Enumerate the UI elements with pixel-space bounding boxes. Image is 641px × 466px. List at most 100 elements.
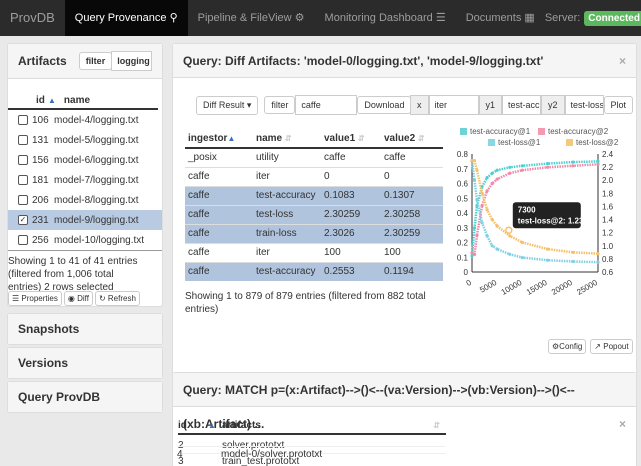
- list-item[interactable]: 131 model-5/logging.txt: [8, 130, 162, 150]
- data-point: [520, 168, 524, 172]
- x-axis-input[interactable]: iter: [428, 95, 479, 115]
- refresh-button[interactable]: ↻ Refresh: [94, 291, 140, 306]
- checkbox[interactable]: [18, 235, 28, 245]
- cell-ingestor: caffe: [185, 242, 253, 262]
- col-id[interactable]: id: [178, 420, 208, 431]
- list-item[interactable]: 106 model-4/logging.txt: [8, 110, 162, 130]
- diff-filter-input[interactable]: caffe: [295, 95, 358, 115]
- snapshots-title[interactable]: Snapshots: [8, 314, 162, 344]
- data-point: [480, 221, 484, 225]
- diff-panel-title: Query: Diff Artifacts: 'model-0/logging.…: [183, 54, 544, 68]
- table-row[interactable]: _posix utility caffe caffe: [185, 147, 443, 167]
- filter-label: filter: [78, 52, 113, 70]
- table-row[interactable]: caffe test-loss 2.30259 2.30258: [185, 204, 443, 224]
- list-item[interactable]: 256 model-10/logging.txt: [8, 230, 162, 250]
- server-label: Server:: [544, 12, 581, 24]
- x-axis-label: x: [410, 95, 429, 115]
- info-line: (filtered from 1,006 total: [8, 269, 114, 280]
- hover-point: [505, 226, 513, 235]
- list-item[interactable]: 206 model-8/logging.txt: [8, 190, 162, 210]
- close-icon[interactable]: ×: [619, 407, 626, 441]
- config-button[interactable]: ⚙Config: [548, 339, 587, 354]
- cell-ingestor: caffe: [185, 166, 253, 186]
- tab-monitoring-dashboard[interactable]: Monitoring Dashboard ☰: [315, 0, 456, 36]
- table-row[interactable]: caffe test-accuracy 0.2553 0.1194: [185, 261, 443, 281]
- data-point: [596, 159, 600, 163]
- tooltip-line: test-loss@2: 1.2366: [518, 216, 593, 225]
- checkbox[interactable]: [18, 195, 28, 205]
- artifact-name: model-5/logging.txt: [54, 134, 139, 146]
- cell-value1: 0.2553: [321, 261, 381, 281]
- snapshots-panel[interactable]: Snapshots: [7, 313, 163, 345]
- data-point: [571, 160, 575, 164]
- tab-label: Monitoring Dashboard: [324, 12, 433, 24]
- data-point: [472, 226, 477, 230]
- y1-tick-label: 0.8: [457, 150, 469, 159]
- list-item-selected[interactable]: ✓ 231 model-9/logging.txt: [8, 210, 162, 230]
- checkbox[interactable]: [18, 115, 28, 125]
- data-point: [546, 162, 550, 166]
- tooltip-line: 7300: [518, 205, 536, 214]
- data-point: [485, 176, 489, 180]
- cell-value2: 2.30258: [381, 204, 443, 224]
- y2-tick-label: 1.2: [602, 229, 614, 238]
- y2-tick-label: 1.6: [602, 202, 614, 211]
- artifact-name: model-10/logging.txt: [54, 234, 145, 246]
- versions-title[interactable]: Versions: [8, 348, 162, 378]
- tab-label: Pipeline & FileView: [197, 12, 292, 24]
- artifact-id: 106: [32, 114, 49, 126]
- y2-tick-label: 1.0: [602, 242, 614, 251]
- artifacts-list: 106 model-4/logging.txt 131 model-5/loggin…: [8, 110, 162, 250]
- tab-query-provenance[interactable]: Query Provenance ⚲: [64, 0, 188, 36]
- plot-button[interactable]: Plot: [603, 96, 634, 114]
- checkbox[interactable]: [18, 155, 28, 165]
- table-row[interactable]: caffe iter 0 0: [185, 166, 443, 186]
- artifact-name: model-9/logging.txt: [54, 214, 139, 226]
- col-ingestor[interactable]: ingestor▲: [185, 130, 253, 149]
- data-point: [495, 224, 499, 228]
- brand-logo[interactable]: ProvDB: [0, 0, 65, 36]
- col-artifacts[interactable]: artifacts: [222, 420, 433, 431]
- data-point: [472, 159, 477, 163]
- info-line: entries): [185, 304, 219, 315]
- properties-button[interactable]: ☰ Properties: [8, 291, 62, 306]
- col-name[interactable]: name ⇵: [253, 130, 321, 149]
- col-value1[interactable]: value1 ⇵: [321, 130, 381, 149]
- table-row[interactable]: caffe test-accuracy 0.1083 0.1307: [185, 185, 443, 205]
- popout-button[interactable]: ↗ Popout: [590, 339, 633, 354]
- artifacts-actions: ☰ Properties ◉ Diff ↻ Refresh: [8, 291, 140, 306]
- server-status: Server: Connected: [544, 10, 641, 26]
- y2-axis-input[interactable]: test-loss: [564, 95, 604, 115]
- sort-icon: ⇵: [417, 134, 425, 143]
- close-icon[interactable]: ×: [619, 44, 626, 78]
- tab-documents[interactable]: Documents ▦: [456, 0, 545, 36]
- checkbox[interactable]: [18, 135, 28, 145]
- cell-name: test-loss: [253, 204, 321, 224]
- col-id[interactable]: id: [36, 95, 48, 106]
- query-provdb-title[interactable]: Query ProvDB: [8, 382, 162, 412]
- versions-panel[interactable]: Versions: [7, 347, 163, 379]
- y1-axis-input[interactable]: test-acc: [502, 95, 542, 115]
- cell-value1: 2.3026: [321, 223, 381, 243]
- row-artifact: model-0/solver.prototxt: [221, 449, 323, 460]
- table-row[interactable]: caffe iter 100 100: [185, 242, 443, 262]
- tab-pipeline-fileview[interactable]: Pipeline & FileView ⚙: [188, 0, 315, 36]
- diff-result-dropdown[interactable]: Diff Result ▾: [196, 95, 259, 115]
- list-item[interactable]: 181 model-7/logging.txt: [8, 170, 162, 190]
- sort-asc-icon: ▲: [208, 420, 216, 430]
- cell-value1: caffe: [321, 147, 381, 167]
- diff-button[interactable]: ◉ Diff: [63, 291, 93, 306]
- list-icon: ☰: [12, 294, 20, 303]
- artifact-filter-input[interactable]: logging: [111, 51, 152, 71]
- config-label: Config: [559, 342, 583, 351]
- query-provdb-panel[interactable]: Query ProvDB: [7, 381, 163, 413]
- checkbox[interactable]: [18, 175, 28, 185]
- table-row[interactable]: 4 model-0/solver.prototxt: [177, 446, 445, 462]
- list-item[interactable]: 156 model-6/logging.txt: [8, 150, 162, 170]
- checkbox-checked[interactable]: ✓: [18, 215, 28, 225]
- artifacts-table-header: id ▲ name: [8, 92, 158, 110]
- table-row[interactable]: caffe train-loss 2.3026 2.30259: [185, 223, 443, 243]
- download-button[interactable]: Download: [357, 96, 412, 114]
- col-name[interactable]: name: [64, 95, 90, 106]
- col-value2[interactable]: value2 ⇵: [381, 130, 443, 149]
